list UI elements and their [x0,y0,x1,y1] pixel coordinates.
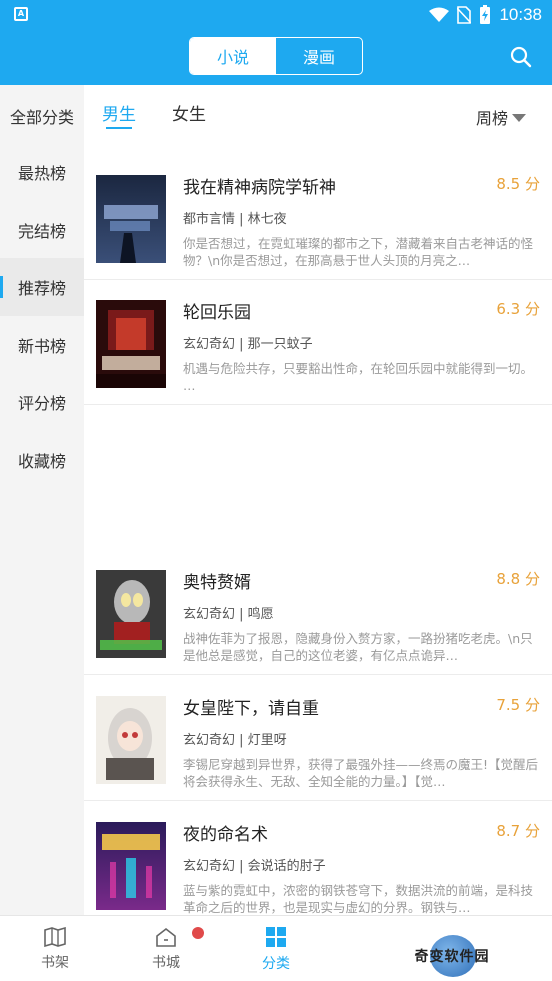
sidebar-item-new[interactable]: 新书榜 [0,316,84,374]
watermark: 奇变软件园 [352,931,552,981]
sidebar-item-hottest[interactable]: 最热榜 [0,143,84,201]
book-cover [96,300,166,388]
status-bar: A 10:38 [0,0,552,30]
book-item[interactable]: 奥特赘婿 8.8 分 玄幻奇幻 | 鸣愿 战神佐菲为了报恩，隐藏身份入赘方家，一… [84,550,552,675]
status-indicators: 10:38 [429,5,542,25]
book-description: 李锡尼穿越到异世界，获得了最强外挂——终焉の魔王!【觉醒后将会获得永生、无敌、全… [183,757,539,789]
book-score: 8.5 分 [496,175,540,193]
book-tags: 玄幻奇幻 | 灯里呀 [183,733,287,748]
book-score: 8.7 分 [496,822,540,840]
tab-male[interactable]: 男生 [102,100,136,125]
book-tags: 玄幻奇幻 | 会说话的肘子 [183,859,326,874]
nav-label: 书城 [152,954,180,971]
category-grid-icon [266,926,286,947]
book-tags: 玄幻奇幻 | 那一只蚊子 [183,337,313,352]
chevron-down-icon [512,114,526,122]
book-description: 你是否想过，在霓虹璀璨的都市之下，潜藏着来自古老神话的怪物？\n你是否想过，在那… [183,236,534,268]
battery-charging-icon [480,5,491,24]
book-cover [96,822,166,910]
book-score: 7.5 分 [496,696,540,714]
book-item[interactable]: 夜的命名术 8.7 分 玄幻奇幻 | 会说话的肘子 蓝与紫的霓虹中，浓密的钢铁苍… [84,802,552,927]
divider [84,674,552,675]
divider [84,404,552,405]
book-title: 女皇陛下，请自重 [183,699,319,719]
book-title: 夜的命名术 [183,825,268,845]
book-description: 蓝与紫的霓虹中，浓密的钢铁苍穹下，数据洪流的前端，是科技革命之后的世界，也是现实… [183,883,534,915]
ranking-sidebar: 全部分类 最热榜 完结榜 推荐榜 新书榜 评分榜 收藏榜 [0,85,84,915]
book-cover [96,175,166,263]
nav-label: 书架 [41,954,69,971]
notification-badge [192,927,204,939]
app-notification-icon: A [14,7,28,21]
book-title: 轮回乐园 [183,303,251,323]
book-score: 8.8 分 [496,570,540,588]
status-time: 10:38 [499,5,542,24]
book-description: 机遇与危险共存，只要豁出性命，在轮回乐园中就能得到一切。 … [183,361,534,393]
nav-bookstore[interactable]: 书城 [121,916,211,981]
watermark-text: 奇变软件园 [414,949,490,965]
book-tags: 都市言情 | 林七夜 [183,212,287,227]
content-type-switch: 小说 漫画 [189,37,363,75]
tab-female[interactable]: 女生 [172,100,206,125]
divider [84,800,552,801]
active-tab-indicator [106,127,132,129]
book-title: 我在精神病院学斩神 [183,178,336,198]
home-icon [156,927,176,947]
bookshelf-icon [44,926,66,947]
sidebar-item-rating[interactable]: 评分榜 [0,373,84,431]
nav-category[interactable]: 分类 [231,916,321,981]
nav-bookshelf[interactable]: 书架 [10,916,100,981]
book-score: 6.3 分 [496,300,540,318]
tab-novel[interactable]: 小说 [190,38,276,74]
tab-comic[interactable]: 漫画 [276,38,362,74]
book-description: 战神佐菲为了报恩，隐藏身份入赘方家，一路扮猪吃老虎。\n只是他总是感觉，自己的这… [183,631,533,663]
search-icon[interactable] [510,46,532,68]
sidebar-item-completed[interactable]: 完结榜 [0,201,84,259]
no-sim-icon [457,6,472,24]
nav-label: 分类 [262,955,290,972]
period-label: 周榜 [475,109,508,128]
period-selector[interactable]: 周榜 [476,105,526,129]
book-cover [96,696,166,784]
sidebar-item-all-categories[interactable]: 全部分类 [0,87,84,145]
book-item[interactable]: 我在精神病院学斩神 8.5 分 都市言情 | 林七夜 你是否想过，在霓虹璀璨的都… [84,155,552,280]
book-item[interactable]: 女皇陛下，请自重 7.5 分 玄幻奇幻 | 灯里呀 李锡尼穿越到异世界，获得了最… [84,676,552,801]
wifi-icon [429,7,450,22]
sidebar-item-recommended[interactable]: 推荐榜 [0,258,84,316]
book-title: 奥特赘婿 [183,573,251,593]
book-cover [96,570,166,658]
sidebar-item-favorites[interactable]: 收藏榜 [0,431,84,489]
top-header: 小说 漫画 [0,30,552,85]
book-item[interactable]: 轮回乐园 6.3 分 玄幻奇幻 | 那一只蚊子 机遇与危险共存，只要豁出性命，在… [84,280,552,405]
book-tags: 玄幻奇幻 | 鸣愿 [183,607,274,622]
